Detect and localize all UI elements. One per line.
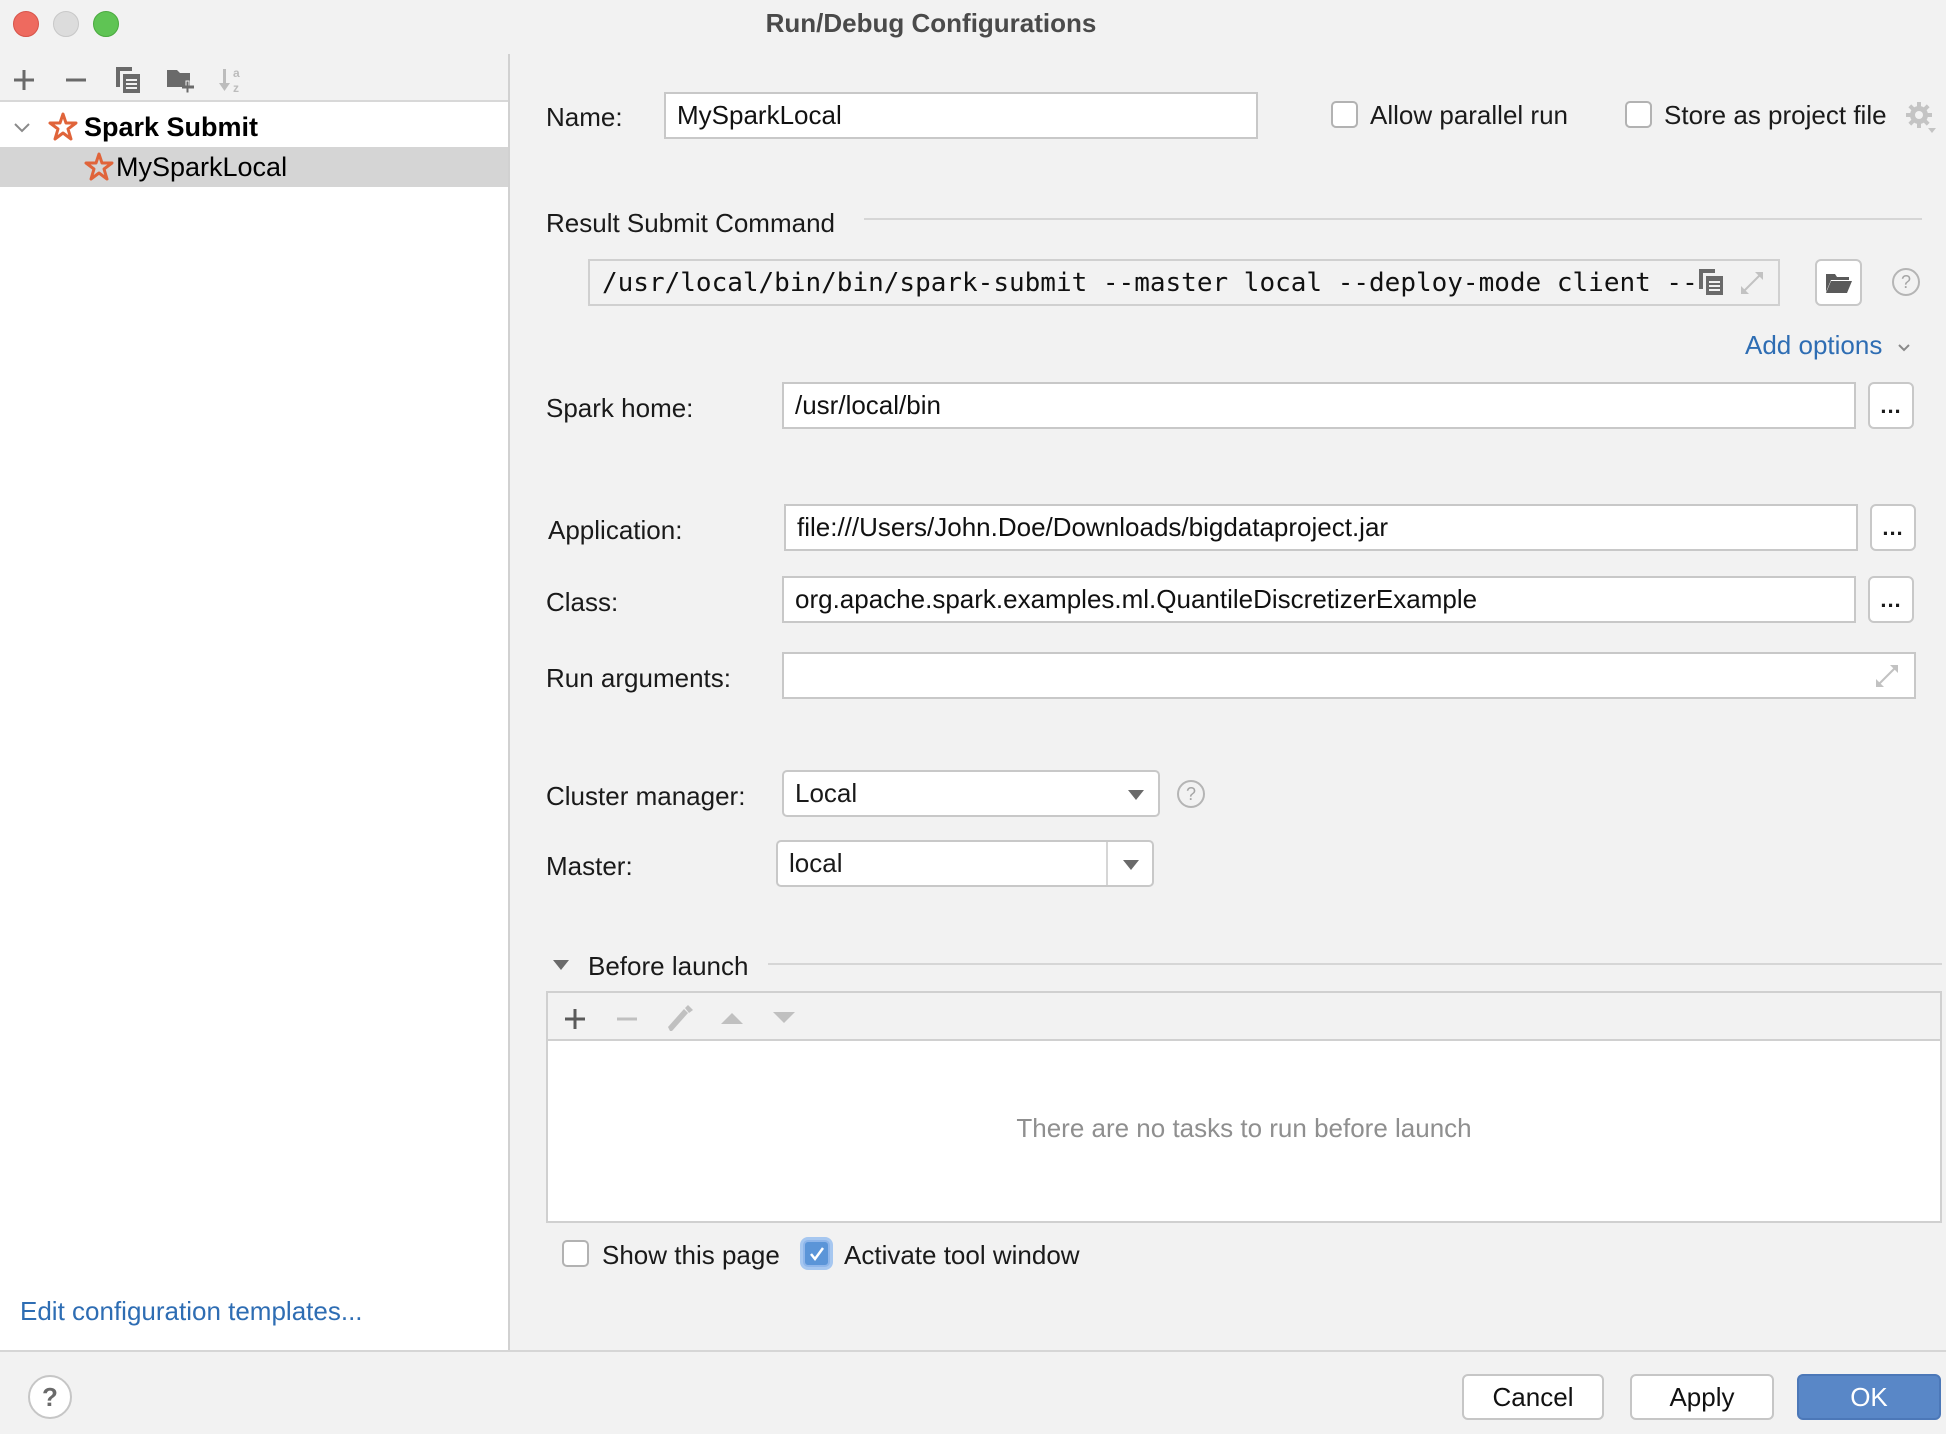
copy-configuration-button[interactable]	[110, 62, 146, 98]
cluster-manager-value: Local	[795, 778, 858, 808]
class-label: Class:	[546, 587, 619, 617]
apply-button[interactable]: Apply	[1630, 1374, 1774, 1420]
show-this-page-label: Show this page	[602, 1240, 780, 1270]
class-browse-button[interactable]: ...	[1868, 576, 1914, 623]
before-launch-task-list: There are no tasks to run before launch	[546, 991, 1942, 1223]
result-submit-command-label: Result Submit Command	[546, 208, 835, 238]
open-folder-button[interactable]	[1815, 259, 1862, 306]
master-value: local	[789, 848, 843, 878]
add-options-label: Add options	[1745, 330, 1883, 360]
store-as-project-file-label: Store as project file	[1664, 100, 1887, 130]
remove-icon	[66, 78, 86, 82]
combobox-divider	[1106, 842, 1108, 885]
tree-group-label: Spark Submit	[84, 111, 259, 142]
new-folder-icon	[167, 70, 194, 93]
expand-icon[interactable]	[1874, 663, 1900, 689]
add-options-link[interactable]: Add options	[1745, 330, 1912, 361]
cluster-manager-select[interactable]: Local	[782, 770, 1160, 817]
window-title: Run/Debug Configurations	[765, 8, 1097, 38]
tree-item-myspark-local[interactable]: MySparkLocal	[0, 147, 508, 187]
section-separator	[864, 218, 1922, 220]
dropdown-arrow-icon	[1128, 790, 1144, 800]
remove-configuration-button[interactable]	[58, 62, 94, 98]
edit-configuration-templates-link[interactable]: Edit configuration templates...	[20, 1296, 363, 1327]
tree-item-label: MySparkLocal	[116, 151, 288, 182]
add-icon	[14, 70, 34, 90]
copy-icon	[116, 67, 140, 93]
result-submit-command-text: /usr/local/bin/bin/spark-submit --master…	[602, 267, 1698, 298]
run-arguments-input[interactable]	[782, 652, 1916, 699]
cluster-manager-label: Cluster manager:	[546, 781, 746, 811]
remove-task-icon[interactable]	[616, 1008, 638, 1030]
master-label: Master:	[546, 851, 633, 881]
section-separator	[768, 963, 1942, 965]
add-task-icon[interactable]	[564, 1008, 586, 1030]
show-this-page-checkbox[interactable]	[562, 1240, 589, 1267]
chevron-down-icon[interactable]	[12, 117, 32, 137]
collapse-before-launch-icon[interactable]	[553, 960, 569, 970]
spark-icon	[48, 112, 78, 141]
spark-icon	[84, 152, 114, 181]
result-submit-command-field[interactable]: /usr/local/bin/bin/spark-submit --master…	[588, 259, 1780, 306]
store-as-project-file-checkbox[interactable]	[1625, 101, 1652, 128]
name-input[interactable]: MySparkLocal	[664, 92, 1258, 139]
spark-home-browse-button[interactable]: ...	[1868, 382, 1914, 429]
empty-tasks-message: There are no tasks to run before launch	[1016, 1113, 1472, 1143]
spark-home-input[interactable]: /usr/local/bin	[782, 382, 1856, 429]
title-bar: Run/Debug Configurations	[0, 0, 1946, 48]
copy-command-icon[interactable]	[1698, 268, 1724, 296]
footer-separator	[0, 1350, 1946, 1352]
folder-open-icon	[1825, 273, 1852, 293]
class-input[interactable]: org.apache.spark.examples.ml.QuantileDis…	[782, 576, 1856, 623]
master-combobox[interactable]: local	[776, 840, 1154, 887]
sidebar-toolbar: az	[0, 54, 508, 102]
edit-task-icon[interactable]	[666, 1005, 694, 1033]
spark-home-label: Spark home:	[546, 393, 694, 423]
expand-icon[interactable]	[1739, 270, 1765, 296]
tree-group-spark-submit[interactable]: Spark Submit	[0, 107, 508, 147]
help-icon[interactable]: ?	[1892, 268, 1920, 296]
allow-parallel-run-checkbox[interactable]	[1331, 101, 1358, 128]
activate-tool-window-checkbox[interactable]	[803, 1240, 830, 1267]
application-browse-button[interactable]: ...	[1870, 504, 1916, 551]
gear-icon[interactable]	[1906, 102, 1936, 134]
before-launch-toolbar	[548, 993, 1940, 1041]
add-configuration-button[interactable]	[6, 62, 42, 98]
allow-parallel-run-label: Allow parallel run	[1370, 100, 1568, 130]
name-label: Name:	[546, 102, 623, 132]
ok-button[interactable]: OK	[1797, 1374, 1941, 1420]
svg-text:a: a	[233, 66, 240, 80]
configurations-sidebar: az Spark Submit MySparkLocal Edit config…	[0, 54, 510, 1350]
move-down-icon[interactable]	[772, 1011, 796, 1025]
checkmark-icon	[809, 1246, 824, 1261]
svg-text:z: z	[233, 81, 239, 95]
chevron-down-icon	[1897, 344, 1910, 352]
application-input[interactable]: file:///Users/John.Doe/Downloads/bigdata…	[784, 504, 1858, 551]
activate-tool-window-label: Activate tool window	[844, 1240, 1080, 1270]
move-up-icon[interactable]	[720, 1011, 744, 1025]
new-folder-button[interactable]	[163, 62, 199, 98]
sort-alpha-icon: az	[219, 66, 240, 95]
sort-configurations-button[interactable]: az	[214, 62, 250, 98]
dropdown-arrow-icon[interactable]	[1123, 860, 1139, 870]
application-label: Application:	[548, 515, 683, 545]
before-launch-title: Before launch	[588, 951, 749, 981]
help-button[interactable]: ?	[28, 1375, 72, 1419]
run-arguments-label: Run arguments:	[546, 663, 731, 693]
cluster-manager-help-icon[interactable]: ?	[1177, 780, 1205, 808]
cancel-button[interactable]: Cancel	[1462, 1374, 1604, 1420]
